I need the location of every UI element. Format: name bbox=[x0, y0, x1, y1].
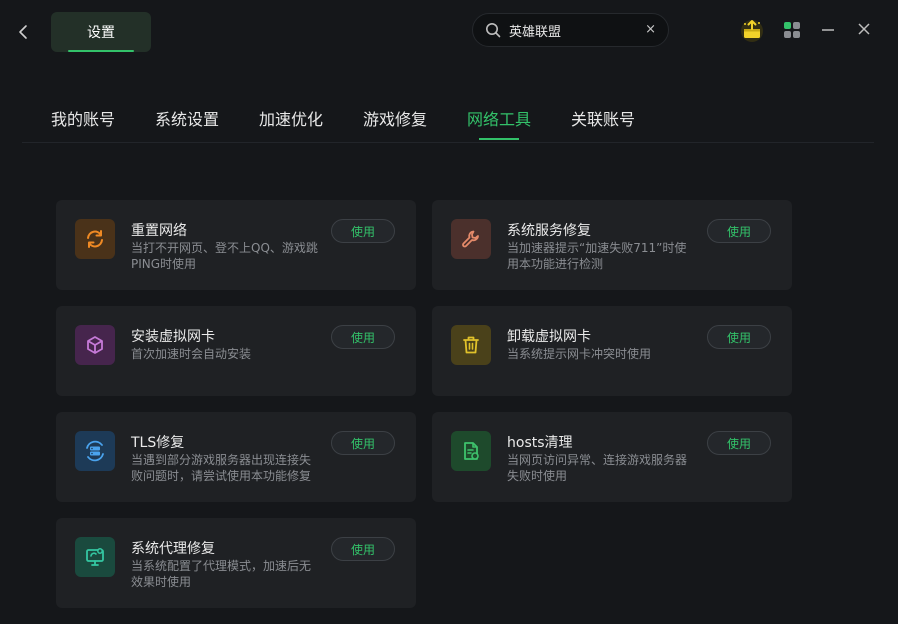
tool-title: 系统代理修复 bbox=[131, 541, 215, 557]
tool-title: TLS修复 bbox=[131, 435, 185, 451]
tab-linked-accounts[interactable]: 关联账号 bbox=[571, 106, 635, 130]
tab-network-tools[interactable]: 网络工具 bbox=[467, 106, 531, 130]
close-icon[interactable] bbox=[856, 18, 872, 42]
use-button[interactable]: 使用 bbox=[707, 219, 771, 243]
file-clean-icon bbox=[451, 431, 491, 471]
tool-card-system-proxy-repair: 系统代理修复 当系统配置了代理模式，加速后无效果时使用 使用 bbox=[56, 518, 416, 608]
active-tab-indicator bbox=[479, 138, 519, 140]
minimize-icon[interactable] bbox=[820, 18, 836, 42]
settings-label: 设置 bbox=[87, 25, 115, 41]
tool-card-reset-network: 重置网络 当打不开网页、登不上QQ、游戏跳PING时使用 使用 bbox=[56, 200, 416, 290]
gift-box-icon[interactable] bbox=[740, 18, 764, 42]
use-button[interactable]: 使用 bbox=[331, 431, 395, 455]
server-repair-icon bbox=[75, 431, 115, 471]
tool-card-install-virtual-nic: 安装虚拟网卡 首次加速时会自动安装 使用 bbox=[56, 306, 416, 396]
tool-title: 卸载虚拟网卡 bbox=[507, 329, 591, 345]
tool-description: 当遇到部分游戏服务器出现连接失败问题时，请尝试使用本功能修复 bbox=[131, 453, 312, 483]
search-input[interactable] bbox=[507, 21, 641, 39]
tabs-divider bbox=[22, 142, 874, 143]
monitor-proxy-icon bbox=[75, 537, 115, 577]
tool-card-tls-repair: TLS修复 当遇到部分游戏服务器出现连接失败问题时，请尝试使用本功能修复 使用 bbox=[56, 412, 416, 502]
tool-title: hosts清理 bbox=[507, 435, 573, 451]
tool-title: 安装虚拟网卡 bbox=[131, 329, 215, 345]
settings-underline bbox=[68, 50, 134, 52]
use-button[interactable]: 使用 bbox=[331, 325, 395, 349]
tool-description: 当打不开网页、登不上QQ、游戏跳PING时使用 bbox=[131, 241, 318, 271]
search-icon bbox=[485, 22, 501, 38]
tool-description: 当加速器提示“加速失败711”时使用本功能进行检测 bbox=[507, 241, 687, 271]
tab-my-account[interactable]: 我的账号 bbox=[51, 106, 115, 130]
apps-grid-icon[interactable] bbox=[783, 21, 801, 39]
tool-description: 当系统配置了代理模式，加速后无效果时使用 bbox=[131, 559, 312, 589]
clear-search-icon[interactable]: × bbox=[645, 22, 656, 37]
tool-description: 首次加速时会自动安装 bbox=[131, 347, 252, 361]
use-button[interactable]: 使用 bbox=[331, 219, 395, 243]
back-arrow-icon[interactable] bbox=[12, 20, 34, 44]
tool-title: 重置网络 bbox=[131, 223, 187, 239]
tool-title: 系统服务修复 bbox=[507, 223, 591, 239]
use-button[interactable]: 使用 bbox=[707, 325, 771, 349]
wrench-icon bbox=[451, 219, 491, 259]
tab-system-settings[interactable]: 系统设置 bbox=[155, 106, 219, 130]
tab-acceleration[interactable]: 加速优化 bbox=[259, 106, 323, 130]
settings-tab[interactable]: 设置 bbox=[51, 12, 151, 52]
refresh-icon bbox=[75, 219, 115, 259]
top-bar: 设置 × bbox=[0, 0, 898, 64]
search-box[interactable]: × bbox=[472, 13, 669, 47]
tool-card-uninstall-virtual-nic: 卸载虚拟网卡 当系统提示网卡冲突时使用 使用 bbox=[432, 306, 792, 396]
use-button[interactable]: 使用 bbox=[331, 537, 395, 561]
trash-icon bbox=[451, 325, 491, 365]
cube-icon bbox=[75, 325, 115, 365]
settings-tabs: 我的账号 系统设置 加速优化 游戏修复 网络工具 关联账号 bbox=[0, 92, 898, 142]
tool-description: 当系统提示网卡冲突时使用 bbox=[507, 347, 652, 361]
tab-game-repair[interactable]: 游戏修复 bbox=[363, 106, 427, 130]
tool-description: 当网页访问异常、连接游戏服务器失败时使用 bbox=[507, 453, 688, 483]
use-button[interactable]: 使用 bbox=[707, 431, 771, 455]
tool-card-hosts-clean: hosts清理 当网页访问异常、连接游戏服务器失败时使用 使用 bbox=[432, 412, 792, 502]
tool-card-system-service-repair: 系统服务修复 当加速器提示“加速失败711”时使用本功能进行检测 使用 bbox=[432, 200, 792, 290]
